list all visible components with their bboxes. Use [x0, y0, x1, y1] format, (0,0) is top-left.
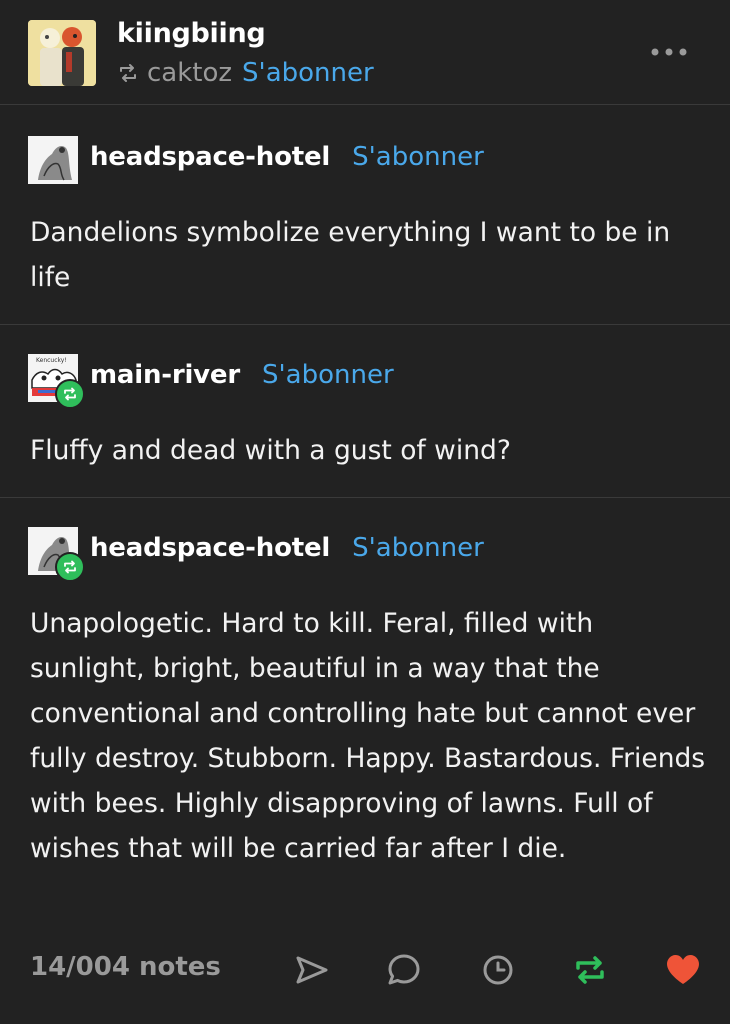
reblog-badge-icon — [64, 387, 76, 401]
blog-name[interactable]: kiingbiing — [117, 18, 266, 49]
notes-count[interactable]: 14/004 notes — [30, 952, 221, 982]
author-follow-button[interactable]: S'abonner — [352, 533, 484, 563]
post-text: Dandelions symbolize everything I want t… — [30, 217, 671, 293]
author-follow-button[interactable]: S'abonner — [352, 142, 484, 172]
reblog-badge — [55, 552, 85, 582]
post-text: Fluffy and dead with a gust of wind? — [30, 435, 511, 466]
reblog-badge — [55, 379, 85, 409]
follow-button[interactable]: S'abonner — [242, 58, 374, 88]
reblogged-from-name[interactable]: caktoz — [147, 58, 232, 88]
reblog-small-icon — [120, 64, 136, 82]
author-avatar-illustration — [28, 136, 78, 184]
reply-icon[interactable] — [384, 950, 424, 990]
reblog-source-line: caktoz S'abonner — [117, 58, 374, 88]
author-follow-button[interactable]: S'abonner — [262, 360, 394, 390]
more-options-icon[interactable] — [648, 44, 690, 60]
reblog-badge-icon — [64, 560, 76, 574]
author-row: headspace-hotel S'abonner — [90, 142, 484, 172]
blog-avatar-illustration — [28, 20, 96, 86]
post-footer: 14/004 notes — [0, 940, 730, 1002]
divider — [0, 324, 730, 325]
author-row: main-river S'abonner — [90, 360, 394, 390]
post-text: Unapologetic. Hard to kill. Feral, fille… — [30, 608, 706, 864]
author-name[interactable]: headspace-hotel — [90, 142, 330, 172]
post-header: kiingbiing caktoz S'abonner — [0, 0, 730, 105]
author-name[interactable]: headspace-hotel — [90, 533, 330, 563]
avatar-caption: Kencucky! — [36, 357, 67, 364]
divider — [0, 497, 730, 498]
author-name[interactable]: main-river — [90, 360, 240, 390]
like-icon[interactable] — [663, 950, 703, 990]
author-avatar-main-river[interactable]: Kencucky! — [28, 354, 85, 409]
schedule-icon[interactable] — [478, 950, 518, 990]
author-row: headspace-hotel S'abonner — [90, 533, 484, 563]
share-icon[interactable] — [292, 950, 332, 990]
blog-avatar[interactable] — [28, 20, 96, 86]
author-avatar-headspace-hotel[interactable] — [28, 527, 85, 582]
reblog-icon[interactable] — [570, 950, 610, 990]
author-avatar-headspace-hotel[interactable] — [28, 136, 78, 184]
